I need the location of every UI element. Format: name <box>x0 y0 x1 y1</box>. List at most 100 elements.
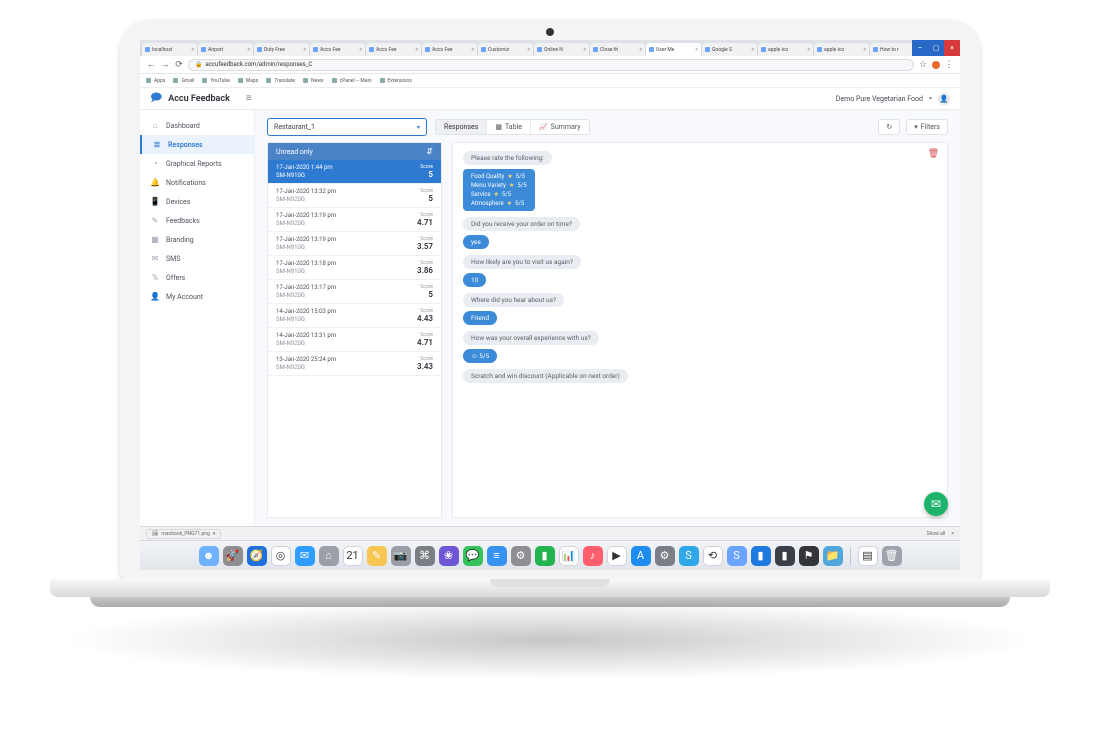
dock-app-icon[interactable]: 📊 <box>559 546 579 566</box>
browser-tab[interactable]: Customiz× <box>478 43 533 56</box>
sidebar-item-offers[interactable]: %Offers <box>140 268 254 287</box>
close-icon[interactable]: × <box>303 47 306 53</box>
dock-app-icon[interactable]: ▮ <box>751 546 771 566</box>
dock-app-icon[interactable]: ⌘ <box>415 546 435 566</box>
response-row[interactable]: 17-Jan-2020 13:19 pmSM-N910GScore3.57 <box>268 232 441 256</box>
bookmark-item[interactable]: YouTube <box>202 78 229 84</box>
dock-app-icon[interactable]: 💬 <box>463 546 483 566</box>
dock-app-icon[interactable]: ⌂ <box>319 546 339 566</box>
response-row[interactable]: 14-Jan-2020 15:03 pmSM-N910GScore4.43 <box>268 304 441 328</box>
browser-tab[interactable]: Duty Free× <box>254 43 309 56</box>
dock-app-icon[interactable]: ⚑ <box>799 546 819 566</box>
close-icon[interactable]: × <box>695 47 698 53</box>
sidebar-item-sms[interactable]: ✉SMS <box>140 249 254 268</box>
dock-app-icon[interactable]: ❀ <box>439 546 459 566</box>
dock-app-icon[interactable]: 🧭 <box>247 546 267 566</box>
sidebar-item-notifications[interactable]: 🔔Notifications <box>140 173 254 192</box>
nav-forward-icon[interactable]: → <box>160 59 170 70</box>
bookmark-star-icon[interactable]: ☆ <box>918 60 928 70</box>
close-icon[interactable]: × <box>951 531 954 537</box>
sidebar-item-dashboard[interactable]: ⌂Dashboard <box>140 116 254 135</box>
window-close-button[interactable]: × <box>944 40 960 56</box>
download-file-chip[interactable]: 🖼 macbook_PNG71.png ▾ <box>146 529 221 539</box>
dock-app-icon[interactable]: S <box>679 546 699 566</box>
browser-tab[interactable]: apple ico× <box>758 43 813 56</box>
response-row[interactable]: 17-Jan-2020 13:32 pmSM-N920GScore5 <box>268 184 441 208</box>
dock-app-icon[interactable]: S <box>727 546 747 566</box>
refresh-button[interactable]: ↻ <box>878 119 900 135</box>
dock-app-icon[interactable]: 🚀 <box>223 546 243 566</box>
close-icon[interactable]: × <box>471 47 474 53</box>
browser-tab[interactable]: Accu Fee× <box>366 43 421 56</box>
close-icon[interactable]: × <box>191 47 194 53</box>
bookmark-item[interactable]: cPanel – Main <box>332 78 372 84</box>
bookmark-item[interactable]: News <box>303 78 324 84</box>
close-icon[interactable]: × <box>247 47 250 53</box>
tenant-display[interactable]: Demo Pure Vegetarian Food ▾ 👤 <box>836 93 950 105</box>
delete-icon[interactable]: 🗑 <box>928 149 939 159</box>
sidebar-toggle-icon[interactable]: ≡ <box>246 93 252 104</box>
dock-app-icon[interactable]: ⚙ <box>511 546 531 566</box>
response-row[interactable]: 13-Jan-2020 25:24 pmSM-N920GScore3.43 <box>268 352 441 376</box>
address-field[interactable]: 🔒 accufeedback.com/admin/responses_C <box>188 59 914 71</box>
response-row[interactable]: 17-Jan-2020 1:44 pmSM-N910GScore5 <box>268 160 441 184</box>
tab-table[interactable]: ▦Table <box>487 120 531 134</box>
dock-app-icon[interactable]: ▮ <box>775 546 795 566</box>
dock-app-icon[interactable]: ▶ <box>607 546 627 566</box>
dock-app-icon[interactable]: ☻ <box>199 546 219 566</box>
close-icon[interactable]: × <box>863 47 866 53</box>
browser-tab[interactable]: Close th× <box>590 43 645 56</box>
dock-app-icon[interactable]: 21 <box>343 546 363 566</box>
bookmark-item[interactable]: Translate <box>266 78 295 84</box>
dock-app-icon[interactable]: 🗑 <box>882 546 902 566</box>
tab-responses[interactable]: Responses <box>436 120 487 134</box>
tab-summary[interactable]: 📈Summary <box>531 120 589 134</box>
close-icon[interactable]: × <box>807 47 810 53</box>
bookmark-item[interactable]: Gmail <box>173 78 194 84</box>
filters-button[interactable]: ▾Filters <box>906 119 948 135</box>
bookmark-item[interactable]: Apps <box>146 78 165 84</box>
window-maximize-button[interactable]: ▢ <box>928 40 944 56</box>
dock-app-icon[interactable]: ⚙ <box>655 546 675 566</box>
browser-tab[interactable]: Online N× <box>534 43 589 56</box>
sidebar-item-graphical-reports[interactable]: ◔Graphical Reports <box>140 154 254 173</box>
window-minimize-button[interactable]: – <box>912 40 928 56</box>
avatar[interactable]: 👤 <box>938 93 950 105</box>
filter-toggle-icon[interactable]: ⇵ <box>426 147 433 156</box>
branch-select[interactable]: Restaurant_1 ▾ <box>267 118 427 136</box>
show-all-link[interactable]: Show all <box>927 531 946 537</box>
close-icon[interactable]: × <box>415 47 418 53</box>
close-icon[interactable]: × <box>359 47 362 53</box>
sidebar-item-branding[interactable]: ▦Branding <box>140 230 254 249</box>
extension-icon[interactable] <box>932 61 940 69</box>
close-icon[interactable]: × <box>751 47 754 53</box>
dock-app-icon[interactable]: ≡ <box>487 546 507 566</box>
close-icon[interactable]: × <box>527 47 530 53</box>
response-row[interactable]: 17-Jan-2020 13:18 pmSM-N910GScore3.86 <box>268 256 441 280</box>
response-row[interactable]: 17-Jan-2020 13:17 pmSM-N920GScore5 <box>268 280 441 304</box>
bookmark-item[interactable]: Maps <box>238 78 258 84</box>
close-icon[interactable]: × <box>639 47 642 53</box>
response-row[interactable]: 17-Jan-2020 13:19 pmSM-N920GScore4.71 <box>268 208 441 232</box>
dock-app-icon[interactable]: ✉ <box>295 546 315 566</box>
browser-tab[interactable]: Accu Fee× <box>310 43 365 56</box>
close-icon[interactable]: × <box>583 47 586 53</box>
browser-tab[interactable]: Airport× <box>198 43 253 56</box>
nav-back-icon[interactable]: ← <box>146 59 156 70</box>
bookmark-item[interactable]: Extensions <box>380 78 412 84</box>
dock-app-icon[interactable]: ♪ <box>583 546 603 566</box>
compose-fab[interactable]: ✉ <box>924 492 948 516</box>
browser-tab[interactable]: localhost× <box>142 43 197 56</box>
dock-app-icon[interactable]: 📷 <box>391 546 411 566</box>
browser-tab[interactable]: Google S× <box>702 43 757 56</box>
browser-tab[interactable]: Accu Fee× <box>422 43 477 56</box>
sidebar-item-my-account[interactable]: 👤My Account <box>140 287 254 306</box>
dock-app-icon[interactable]: 📁 <box>823 546 843 566</box>
dock-app-icon[interactable]: A <box>631 546 651 566</box>
dock-app-icon[interactable]: ▮ <box>535 546 555 566</box>
dock-app-icon[interactable]: ◎ <box>271 546 291 566</box>
nav-reload-icon[interactable]: ⟳ <box>174 60 184 70</box>
browser-tab[interactable]: apple ico× <box>814 43 869 56</box>
response-row[interactable]: 14-Jan-2020 13:31 pmSM-N920GScore4.71 <box>268 328 441 352</box>
list-header[interactable]: Unread only ⇵ <box>268 143 441 160</box>
